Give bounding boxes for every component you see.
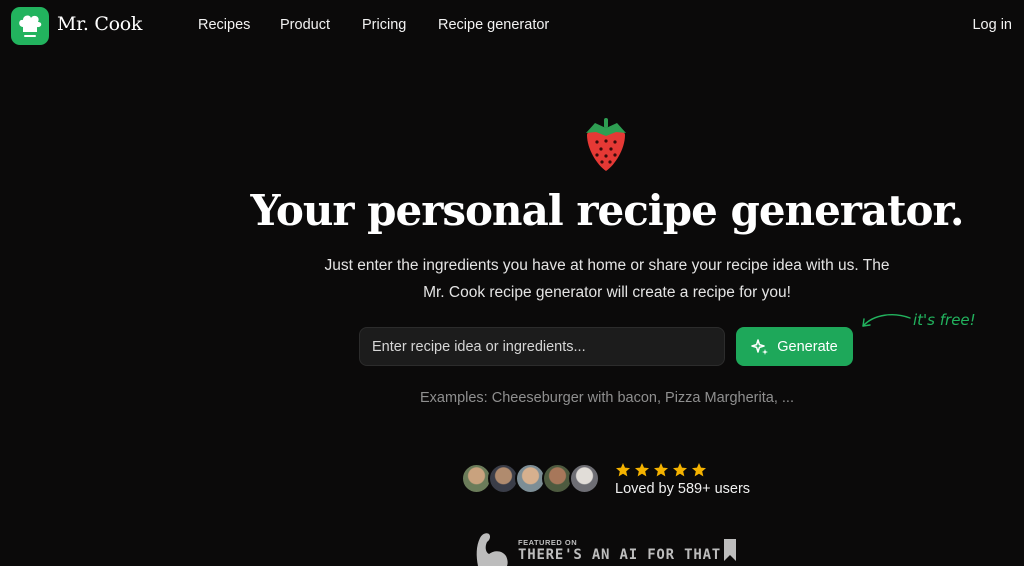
star-icon	[692, 463, 706, 477]
generate-button[interactable]: Generate	[736, 327, 853, 366]
loved-by-text: Loved by 589+ users	[615, 481, 751, 497]
star-icon	[654, 463, 668, 477]
featured-site-name[interactable]: THERE'S AN AI FOR THAT	[518, 547, 721, 563]
generate-button-label: Generate	[777, 338, 838, 355]
hero-subtitle-line-1: Just enter the ingredients you have at h…	[324, 257, 890, 274]
star-icon	[673, 463, 687, 477]
top-nav: Mr. Cook Recipes Product Pricing Recipe …	[0, 0, 1024, 52]
strawberry-icon	[586, 118, 626, 171]
recipe-idea-input[interactable]	[359, 327, 725, 366]
free-note: it's free!	[913, 311, 976, 329]
featured-on-label: FEATURED ON	[518, 538, 578, 547]
user-avatars	[461, 463, 600, 495]
hero-title: Your personal recipe generator.	[250, 186, 965, 235]
hero-subtitle: Just enter the ingredients you have at h…	[290, 252, 924, 306]
star-icon	[616, 463, 630, 477]
sparkles-icon	[751, 338, 769, 355]
avatar	[569, 463, 600, 494]
nav-recipes[interactable]: Recipes	[198, 17, 250, 33]
curved-arrow-icon	[862, 314, 911, 327]
rating-stars	[615, 462, 707, 478]
nav-product[interactable]: Product	[280, 17, 330, 33]
chef-hat-logo-icon[interactable]	[11, 7, 49, 45]
star-icon	[635, 463, 649, 477]
nav-pricing[interactable]: Pricing	[362, 17, 406, 33]
flexed-arm-icon[interactable]	[472, 530, 512, 566]
nav-recipe-generator[interactable]: Recipe generator	[438, 17, 549, 33]
brand-name[interactable]: Mr. Cook	[57, 13, 142, 35]
hero-subtitle-line-2: Mr. Cook recipe generator will create a …	[423, 284, 791, 301]
examples-text: Examples: Cheeseburger with bacon, Pizza…	[420, 390, 794, 406]
login-link[interactable]: Log in	[972, 17, 1012, 33]
bookmark-icon[interactable]	[724, 539, 736, 561]
